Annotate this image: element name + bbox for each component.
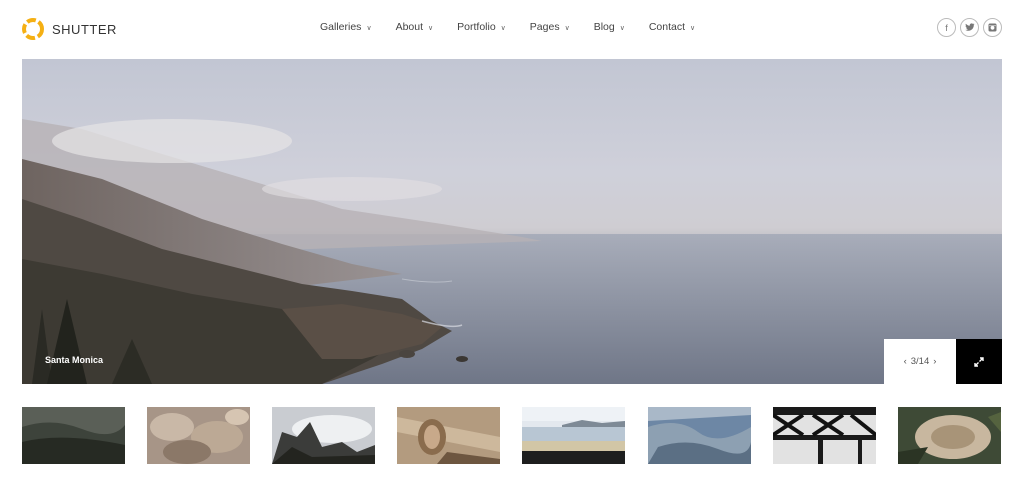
- thumbnail-image: [147, 407, 250, 464]
- slide-caption: Santa Monica: [45, 355, 104, 365]
- nav-item-portfolio[interactable]: Portfolio ∨: [457, 21, 506, 33]
- expand-button[interactable]: [956, 339, 1002, 384]
- hero-slider[interactable]: Santa Monica ‹ 3/14 ›: [22, 59, 1002, 384]
- nav-item-label: Contact: [648, 21, 686, 33]
- chevron-down-icon: ∨: [564, 25, 570, 32]
- thumbnail-steel-bridge[interactable]: [773, 407, 876, 464]
- instagram-glyph-icon: [988, 23, 997, 32]
- site-header: SHUTTER Galleries ∨ About ∨ Portfolio ∨ …: [0, 0, 1024, 58]
- thumbnail-tree-stump[interactable]: [898, 407, 1001, 464]
- facebook-icon[interactable]: f: [937, 18, 956, 37]
- thumbnail-image: [522, 407, 625, 464]
- thumbnail-image: [272, 407, 375, 464]
- chevron-down-icon: ∨: [366, 25, 372, 32]
- chevron-down-icon: ∨: [428, 25, 434, 32]
- nav-item-contact[interactable]: Contact ∨: [649, 21, 695, 33]
- thumbnail-image: [773, 407, 876, 464]
- instagram-icon[interactable]: [983, 18, 1002, 37]
- chevron-right-icon[interactable]: ›: [933, 356, 936, 367]
- social-links: f: [937, 18, 1002, 37]
- slide-counter-text: 3/14: [910, 356, 930, 367]
- nav-item-label: Portfolio: [457, 21, 496, 33]
- chevron-down-icon: ∨: [690, 25, 696, 32]
- nav-item-label: Galleries: [320, 21, 362, 33]
- thumbnail-mountain-clouds[interactable]: [272, 407, 375, 464]
- nav-item-blog[interactable]: Blog ∨: [594, 21, 625, 33]
- thumbnail-rocks[interactable]: [147, 407, 250, 464]
- twitter-bird-icon: [964, 23, 974, 31]
- expand-icon: [974, 356, 984, 367]
- chevron-down-icon: ∨: [619, 25, 625, 32]
- nav-item-about[interactable]: About ∨: [396, 21, 434, 33]
- nav-item-pages[interactable]: Pages ∨: [530, 21, 570, 33]
- nav-item-label: Pages: [529, 21, 560, 33]
- thumbnail-lake-horizon[interactable]: [522, 407, 625, 464]
- thumbnail-image: [898, 407, 1001, 464]
- thumbnail-image: [22, 407, 125, 464]
- main-nav: Galleries ∨ About ∨ Portfolio ∨ Pages ∨ …: [320, 21, 719, 33]
- chevron-down-icon: ∨: [500, 25, 506, 32]
- brand-name: SHUTTER: [52, 21, 117, 37]
- thumbnail-image: [648, 407, 751, 464]
- chevron-left-icon[interactable]: ‹: [904, 356, 907, 367]
- thumbnail-driftwood[interactable]: [397, 407, 500, 464]
- twitter-icon[interactable]: [960, 18, 979, 37]
- nav-item-label: About: [395, 21, 424, 33]
- thumbnail-strip: [22, 407, 1002, 465]
- logo[interactable]: SHUTTER: [22, 18, 117, 40]
- logo-icon: [22, 18, 44, 40]
- hero-image: [22, 119, 1002, 384]
- slide-counter: ‹ 3/14 ›: [884, 339, 956, 384]
- nav-item-galleries[interactable]: Galleries ∨: [320, 21, 372, 33]
- thumbnail-aerial-town[interactable]: [648, 407, 751, 464]
- nav-item-label: Blog: [593, 21, 615, 33]
- thumbnail-misty-hills[interactable]: [22, 407, 125, 464]
- thumbnail-image: [397, 407, 500, 464]
